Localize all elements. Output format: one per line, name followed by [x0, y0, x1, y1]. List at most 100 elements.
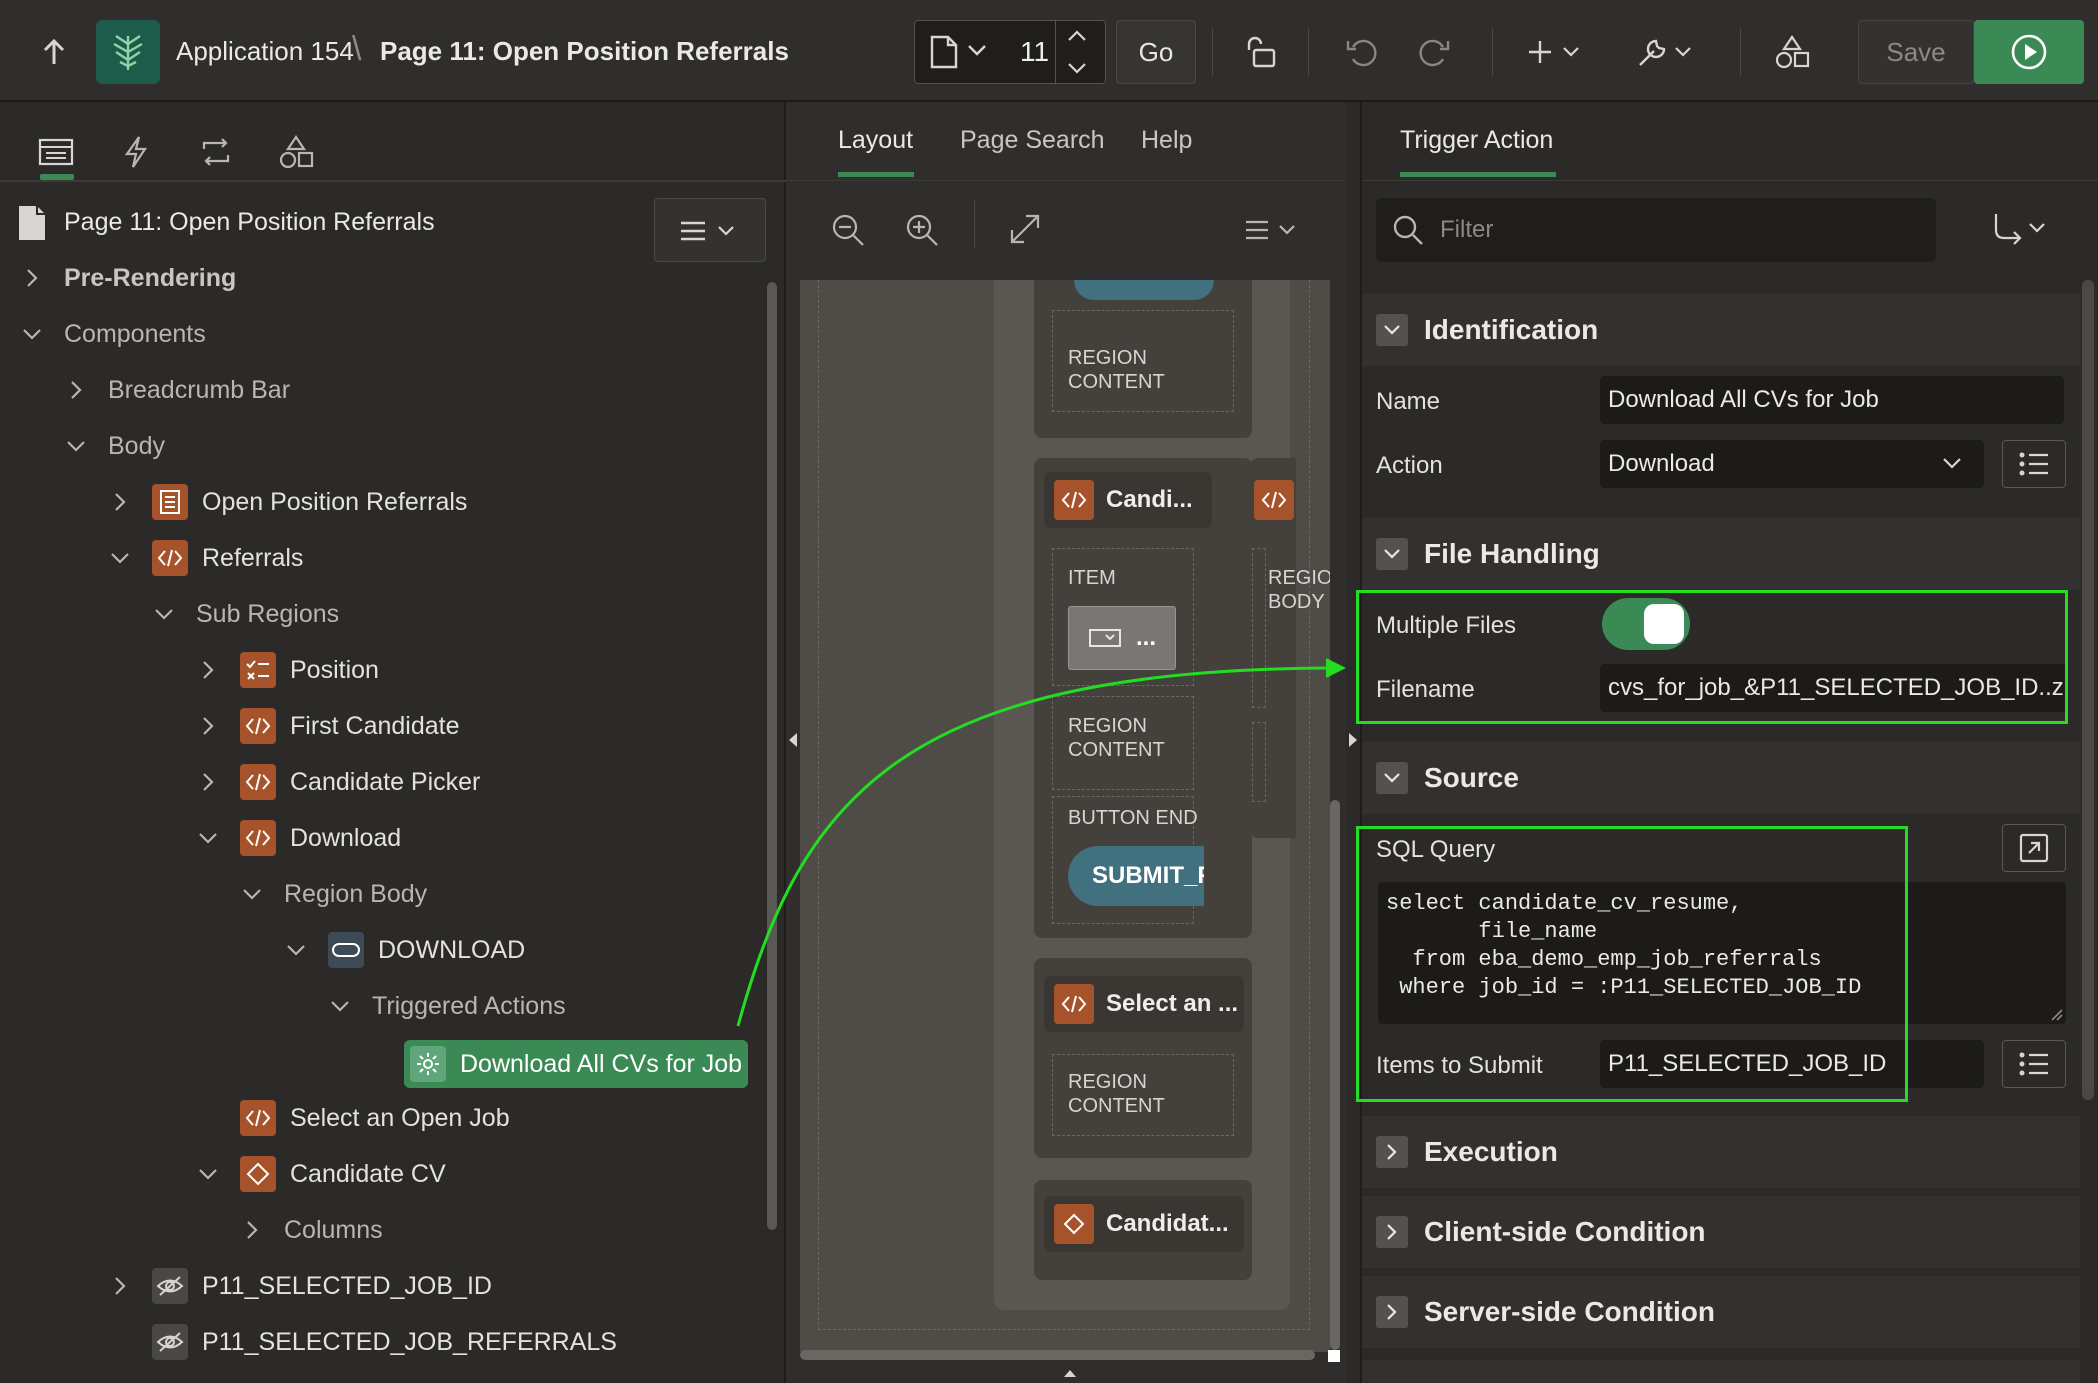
- app-logo-icon[interactable]: [96, 20, 160, 84]
- save-button[interactable]: Save: [1858, 20, 1974, 84]
- chevron-down-icon[interactable]: [328, 994, 352, 1018]
- chevron-right-icon[interactable]: [20, 266, 44, 290]
- processing-tab-icon[interactable]: [176, 122, 256, 182]
- chevron-right-icon[interactable]: [240, 1218, 264, 1242]
- scroll-up-icon[interactable]: [1062, 1368, 1078, 1378]
- tree-node-breadcrumb-bar[interactable]: Breadcrumb Bar: [64, 362, 290, 418]
- tree-node-body[interactable]: Body: [64, 418, 165, 474]
- tree-node-sub-regions[interactable]: Sub Regions: [152, 586, 339, 642]
- tree-node-select-open-job[interactable]: Select an Open Job: [196, 1090, 510, 1146]
- resize-handle-icon[interactable]: [2050, 1008, 2064, 1022]
- name-field[interactable]: Download All CVs for Job: [1600, 376, 2064, 424]
- expand-icon[interactable]: [1376, 1296, 1408, 1328]
- open-code-editor-button[interactable]: [2002, 824, 2066, 872]
- tab-trigger-action[interactable]: Trigger Action: [1400, 126, 1553, 155]
- chevron-down-icon[interactable]: [20, 322, 44, 346]
- canvas-vertical-scrollbar[interactable]: [1330, 800, 1340, 1350]
- section-execution[interactable]: Execution: [1362, 1116, 2080, 1188]
- tree-scrollbar[interactable]: [767, 282, 777, 1230]
- region-header[interactable]: Candi...: [1044, 472, 1212, 528]
- stepper-down-icon[interactable]: [1067, 61, 1087, 75]
- chevron-right-icon[interactable]: [196, 770, 220, 794]
- chevron-right-icon[interactable]: [108, 1274, 132, 1298]
- tree-node-p11-selected-job-id[interactable]: P11_SELECTED_JOB_ID: [108, 1258, 492, 1314]
- tree-node-referrals[interactable]: Referrals: [108, 530, 303, 586]
- collapse-icon[interactable]: [1376, 762, 1408, 794]
- go-button[interactable]: Go: [1116, 20, 1196, 84]
- items-to-submit-list-button[interactable]: [2002, 1040, 2066, 1088]
- stepper-up-icon[interactable]: [1067, 29, 1087, 43]
- chevron-down-icon[interactable]: [108, 546, 132, 570]
- button-chip[interactable]: [1074, 280, 1214, 300]
- page-icon[interactable]: [929, 35, 959, 69]
- shared-components-tab-icon[interactable]: [256, 122, 336, 182]
- chevron-down-icon[interactable]: [152, 602, 176, 626]
- zoom-out-icon[interactable]: [830, 212, 866, 248]
- collapse-left-icon[interactable]: [786, 730, 800, 750]
- rendering-tab-icon[interactable]: [16, 122, 96, 182]
- tree-node-position[interactable]: Position: [196, 642, 379, 698]
- tree-node-first-candidate[interactable]: First Candidate: [196, 698, 460, 754]
- tree-node-download[interactable]: Download: [196, 810, 401, 866]
- chevron-right-icon[interactable]: [64, 378, 88, 402]
- tree-node-p11-selected-job-referrals[interactable]: P11_SELECTED_JOB_REFERRALS: [108, 1314, 617, 1370]
- chevron-down-icon[interactable]: [196, 1162, 220, 1186]
- expand-icon[interactable]: [1376, 1216, 1408, 1248]
- collapse-right-icon[interactable]: [1346, 730, 1360, 750]
- layout-menu-icon[interactable]: [1244, 218, 1302, 242]
- chevron-down-icon[interactable]: [64, 434, 88, 458]
- wrench-icon[interactable]: [1628, 28, 1704, 76]
- run-button[interactable]: [1974, 20, 2084, 84]
- chevron-right-icon[interactable]: [196, 714, 220, 738]
- region-header[interactable]: Candidat...: [1044, 1196, 1244, 1252]
- tree-root-page[interactable]: Page 11: Open Position Referrals: [64, 208, 435, 237]
- tree-node-candidate-cv[interactable]: Candidate CV: [196, 1146, 446, 1202]
- up-arrow-icon[interactable]: [30, 28, 78, 76]
- tab-layout[interactable]: Layout: [838, 126, 913, 155]
- tree-node-candidate-picker[interactable]: Candidate Picker: [196, 754, 480, 810]
- chevron-down-icon[interactable]: [196, 826, 220, 850]
- shared-components-icon[interactable]: [1766, 28, 1818, 76]
- submit-button-chip[interactable]: SUBMIT_F: [1068, 846, 1204, 906]
- expand-icon[interactable]: [1008, 212, 1042, 246]
- page-number-input[interactable]: 11: [1020, 36, 1049, 68]
- collapse-icon[interactable]: [1376, 314, 1408, 346]
- section-client-side-condition[interactable]: Client-side Condition: [1362, 1196, 2080, 1268]
- tree-node-download-all-cvs[interactable]: Download All CVs for Job: [410, 1036, 742, 1092]
- action-select[interactable]: Download: [1600, 440, 1984, 488]
- section-identification[interactable]: Identification: [1362, 294, 2080, 366]
- tree-node-open-position-referrals[interactable]: Open Position Referrals: [108, 474, 467, 530]
- tree-node-region-body[interactable]: Region Body: [240, 866, 427, 922]
- chevron-down-icon[interactable]: [240, 882, 264, 906]
- go-to-group-icon[interactable]: [1990, 212, 2052, 246]
- collapse-icon[interactable]: [1376, 538, 1408, 570]
- undo-icon[interactable]: [1334, 28, 1390, 76]
- app-name[interactable]: Application 154: [176, 36, 354, 67]
- tree-node-download-button[interactable]: DOWNLOAD: [284, 922, 525, 978]
- tree-menu-button[interactable]: [654, 198, 766, 262]
- section-server-side-condition[interactable]: Server-side Condition: [1362, 1276, 2080, 1348]
- tree-node-pre-rendering[interactable]: Pre-Rendering: [20, 250, 236, 306]
- action-help-list-button[interactable]: [2002, 440, 2066, 488]
- chevron-right-icon[interactable]: [108, 490, 132, 514]
- section-file-handling[interactable]: File Handling: [1362, 518, 2080, 590]
- section-source[interactable]: Source: [1362, 742, 2080, 814]
- filter-input[interactable]: [1440, 198, 1920, 262]
- chevron-down-icon[interactable]: [284, 938, 308, 962]
- tree-node-components[interactable]: Components: [20, 306, 206, 362]
- create-menu-button[interactable]: [1520, 28, 1592, 76]
- canvas-horizontal-scrollbar[interactable]: [800, 1350, 1315, 1360]
- chevron-down-icon[interactable]: [967, 43, 987, 57]
- tree-node-columns[interactable]: Columns: [240, 1202, 383, 1258]
- tab-help[interactable]: Help: [1141, 126, 1192, 155]
- tab-page-search[interactable]: Page Search: [960, 126, 1105, 155]
- lock-icon[interactable]: [1236, 28, 1288, 76]
- region-header[interactable]: Select an ...: [1044, 976, 1244, 1032]
- property-scrollbar[interactable]: [2082, 280, 2094, 1100]
- redo-icon[interactable]: [1406, 28, 1462, 76]
- expand-icon[interactable]: [1376, 1136, 1408, 1168]
- tree-node-triggered-actions[interactable]: Triggered Actions: [328, 978, 566, 1034]
- dynamic-actions-tab-icon[interactable]: [96, 122, 176, 182]
- item-chip[interactable]: ...: [1068, 606, 1176, 670]
- zoom-in-icon[interactable]: [904, 212, 940, 248]
